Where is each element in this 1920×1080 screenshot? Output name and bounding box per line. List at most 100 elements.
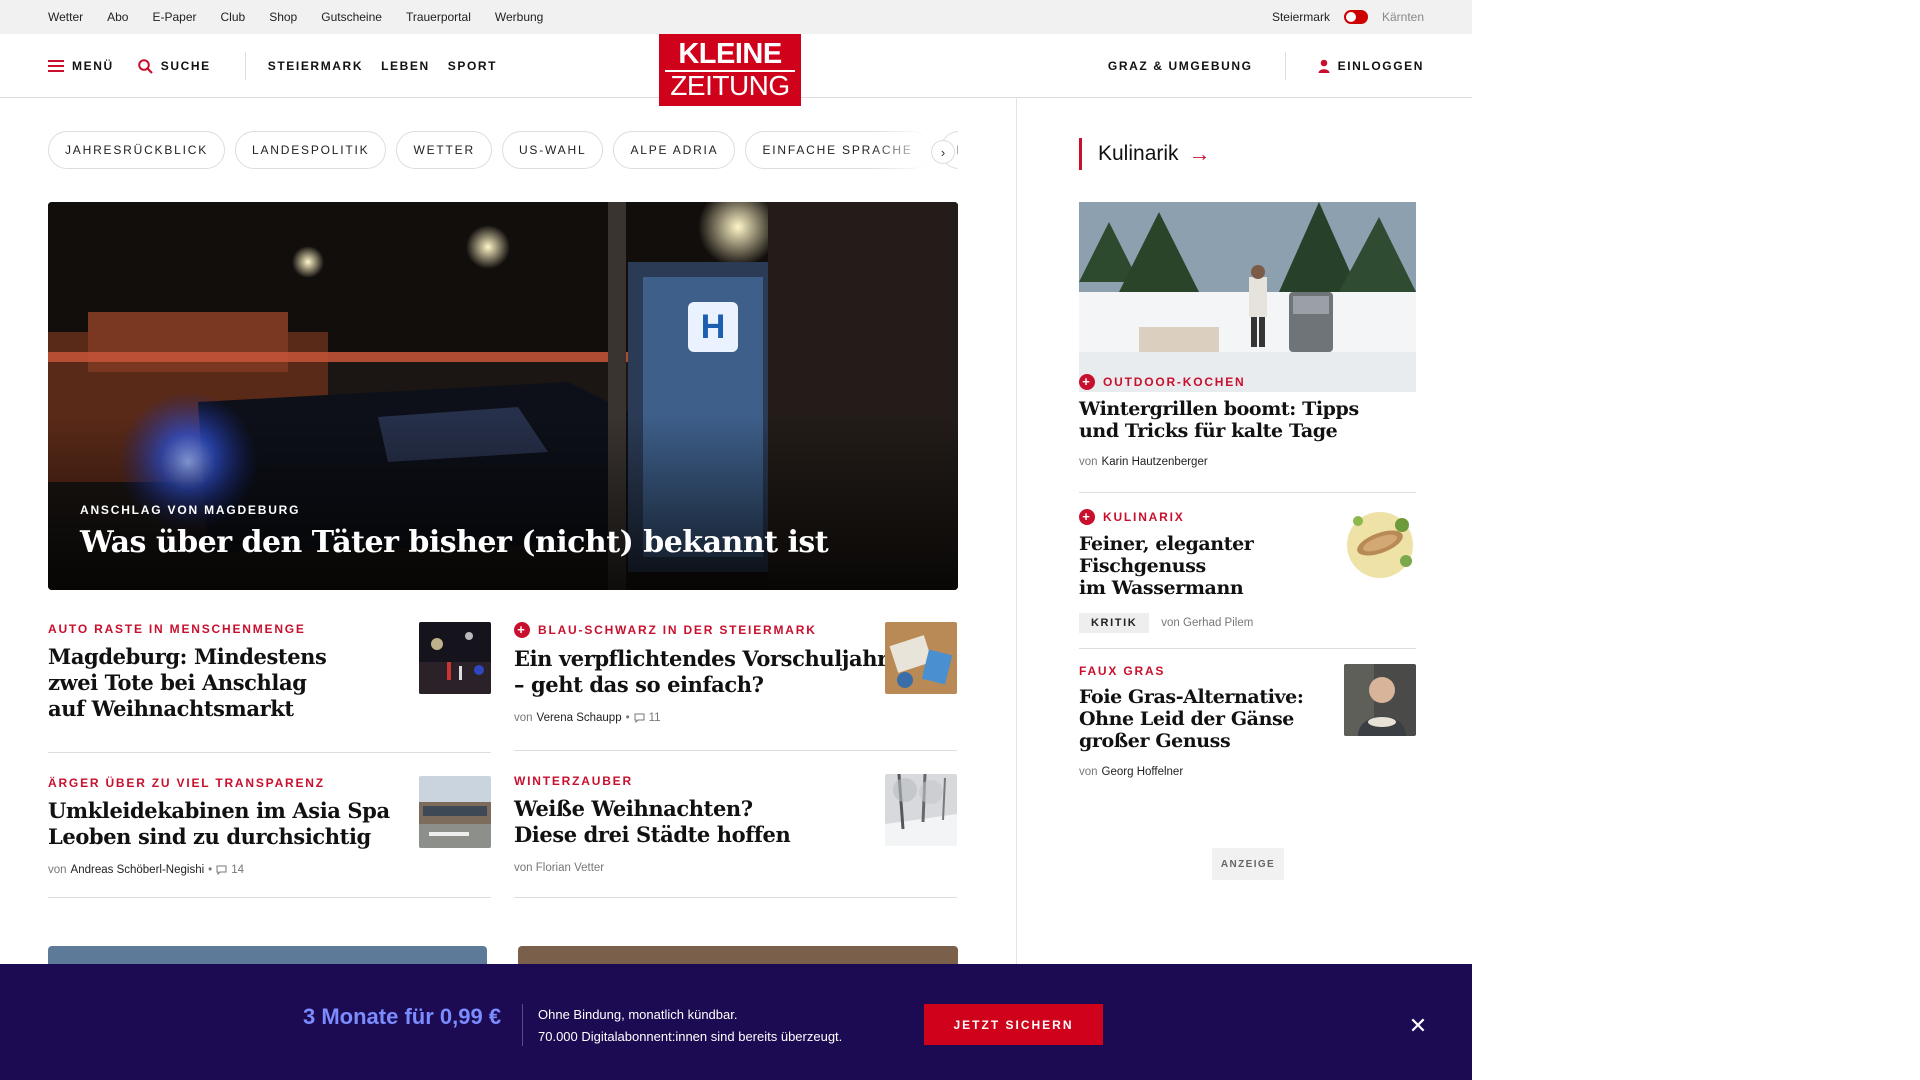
nav-leben[interactable]: LEBEN — [381, 59, 430, 73]
region-nav-link[interactable]: GRAZ & UMGEBUNG — [1108, 59, 1253, 73]
nav-sport[interactable]: SPORT — [448, 59, 497, 73]
plus-icon: + — [1079, 509, 1095, 525]
comment-count[interactable]: 14 — [231, 864, 244, 876]
hero-article[interactable]: H ANSCHLAG VON MAGDEBURG Was über den Tä… — [48, 202, 958, 590]
logo[interactable]: KLEINE ZEITUNG — [659, 34, 801, 106]
rail-feature-image[interactable] — [1079, 202, 1416, 392]
arrow-right-icon: → — [1188, 141, 1211, 166]
region-toggle[interactable] — [1343, 10, 1368, 24]
header-divider-right — [1284, 52, 1286, 80]
article-title[interactable]: Wintergrillen boomt: Tipps und Tricks fü… — [1079, 398, 1416, 442]
promo-text: Ohne Bindung, monatlich kündbar. 70.000 … — [538, 1004, 842, 1048]
tag-alpe-adria[interactable]: ALPE ADRIA — [613, 131, 736, 169]
region-switch: Steiermark Kärnten — [1272, 0, 1424, 34]
article-card-magdeburg[interactable]: AUTO RASTE IN MENSCHENMENGE Magdeburg: M… — [48, 622, 491, 722]
login-button[interactable]: EINLOGGEN — [1318, 59, 1424, 73]
article-byline: von Karin Hautzenberger — [1079, 456, 1416, 468]
promo-line-1: Ohne Bindung, monatlich kündbar. — [538, 1007, 738, 1022]
kicker-text: OUTDOOR-KOCHEN — [1103, 375, 1246, 389]
util-link-abo[interactable]: Abo — [107, 10, 128, 24]
close-icon[interactable]: ✕ — [1406, 1014, 1430, 1038]
topic-tags: JAHRESRÜCKBLICK LANDESPOLITIK WETTER US-… — [48, 131, 958, 171]
byline-prefix: von — [1079, 766, 1098, 778]
byline-dot: • — [208, 864, 213, 876]
util-link-gutscheine[interactable]: Gutscheine — [321, 10, 382, 24]
hamburger-icon — [48, 60, 64, 72]
tag-landespolitik[interactable]: LANDESPOLITIK — [235, 131, 387, 169]
tag-wetter[interactable]: WETTER — [396, 131, 492, 169]
article-byline: von Verena Schaupp • 11 — [514, 712, 957, 724]
divider — [514, 897, 957, 898]
byline-prefix: von — [48, 864, 67, 876]
article-byline: von Andreas Schöberl-Negishi • 14 — [48, 864, 491, 876]
logo-line-1: KLEINE — [678, 38, 782, 70]
article-byline: KRITIK von Gerhad Pilem — [1079, 613, 1416, 633]
header-divider — [244, 52, 246, 80]
article-thumbnail — [885, 774, 957, 846]
divider — [48, 752, 491, 753]
author-name[interactable]: Andreas Schöberl-Negishi — [71, 864, 205, 876]
promo-line-2: 70.000 Digitalabonnent:innen sind bereit… — [538, 1029, 843, 1044]
byline-dot: • — [625, 712, 630, 724]
byline-prefix: von — [514, 712, 533, 724]
article-kicker: + OUTDOOR-KOCHEN — [1079, 374, 1416, 390]
comment-count[interactable]: 11 — [649, 712, 661, 724]
rail-heading-text: Kulinarik — [1098, 142, 1179, 165]
article-card-vorschuljahr[interactable]: + BLAU-SCHWARZ IN DER STEIERMARK Ein ver… — [514, 622, 957, 724]
user-icon — [1318, 59, 1330, 73]
util-link-wetter[interactable]: Wetter — [48, 10, 83, 24]
region-steiermark[interactable]: Steiermark — [1272, 10, 1330, 24]
rail-article-fischgenuss[interactable]: + KULINARIX Feiner, eleganter Fischgenus… — [1079, 509, 1416, 633]
article-thumbnail — [419, 622, 491, 694]
region-kaernten[interactable]: Kärnten — [1382, 10, 1424, 24]
article-thumbnail — [1344, 509, 1416, 581]
nav-steiermark[interactable]: STEIERMARK — [268, 59, 363, 73]
util-link-epaper[interactable]: E-Paper — [152, 10, 196, 24]
byline-prefix: von — [1079, 456, 1098, 468]
plus-icon: + — [1079, 374, 1095, 390]
tags-fade — [870, 131, 930, 171]
search-label: SUCHE — [160, 59, 211, 73]
hero-title[interactable]: Was über den Täter bisher (nicht) bekann… — [80, 525, 829, 560]
menu-button[interactable]: MENÜ — [48, 59, 114, 73]
title-line: Wintergrillen boomt: Tipps — [1079, 398, 1359, 420]
article-card-weihnachten[interactable]: WINTERZAUBER Weiße Weihnachten? Diese dr… — [514, 774, 957, 874]
article-thumbnail — [419, 776, 491, 848]
column-separator — [1016, 98, 1017, 968]
article-byline: von Georg Hoffelner — [1079, 766, 1416, 778]
comment-icon — [216, 865, 227, 875]
util-link-trauerportal[interactable]: Trauerportal — [406, 10, 471, 24]
utility-links: Wetter Abo E-Paper Club Shop Gutscheine … — [48, 0, 543, 34]
author-name[interactable]: Verena Schaupp — [537, 712, 622, 724]
article-card-asia-spa[interactable]: ÄRGER ÜBER ZU VIEL TRANSPARENZ Umkleidek… — [48, 776, 491, 876]
promo-price: 3 Monate für 0,99 € — [303, 1004, 502, 1029]
subscription-banner: 3 Monate für 0,99 € Ohne Bindung, monatl… — [0, 964, 1472, 1080]
title-line: und Tricks für kalte Tage — [1079, 420, 1338, 442]
article-thumbnail — [885, 622, 957, 694]
rail-article-wintergrillen[interactable]: + OUTDOOR-KOCHEN Wintergrillen boomt: Ti… — [1079, 374, 1416, 468]
divider — [1079, 648, 1416, 649]
login-label: EINLOGGEN — [1337, 59, 1424, 73]
tags-next-button[interactable]: › — [931, 140, 955, 164]
author-name[interactable]: Georg Hoffelner — [1102, 766, 1184, 778]
promo-divider — [522, 1004, 523, 1046]
search-button[interactable]: SUCHE — [137, 58, 211, 74]
header-left: MENÜ SUCHE STEIERMARK LEBEN SPORT — [48, 34, 497, 98]
util-link-club[interactable]: Club — [221, 10, 246, 24]
subscribe-button[interactable]: JETZT SICHERN — [924, 1004, 1103, 1045]
rail-heading[interactable]: Kulinarik → — [1079, 138, 1211, 170]
main-nav: STEIERMARK LEBEN SPORT — [268, 59, 497, 73]
header-right: GRAZ & UMGEBUNG EINLOGGEN — [1108, 34, 1424, 98]
divider — [48, 897, 491, 898]
rail-article-foie-gras[interactable]: FAUX GRAS Foie Gras-Alternative: Ohne Le… — [1079, 664, 1416, 778]
util-link-werbung[interactable]: Werbung — [495, 10, 543, 24]
tag-us-wahl[interactable]: US-WAHL — [501, 131, 604, 169]
kicker-text: BLAU-SCHWARZ IN DER STEIERMARK — [538, 623, 817, 637]
tag-jahresrueckblick[interactable]: JAHRESRÜCKBLICK — [48, 131, 226, 169]
hero-kicker: ANSCHLAG VON MAGDEBURG — [80, 503, 301, 517]
comment-icon — [634, 713, 645, 723]
article-thumbnail — [1344, 664, 1416, 736]
author-name[interactable]: Karin Hautzenberger — [1102, 456, 1208, 468]
plus-icon: + — [514, 622, 530, 638]
util-link-shop[interactable]: Shop — [269, 10, 297, 24]
